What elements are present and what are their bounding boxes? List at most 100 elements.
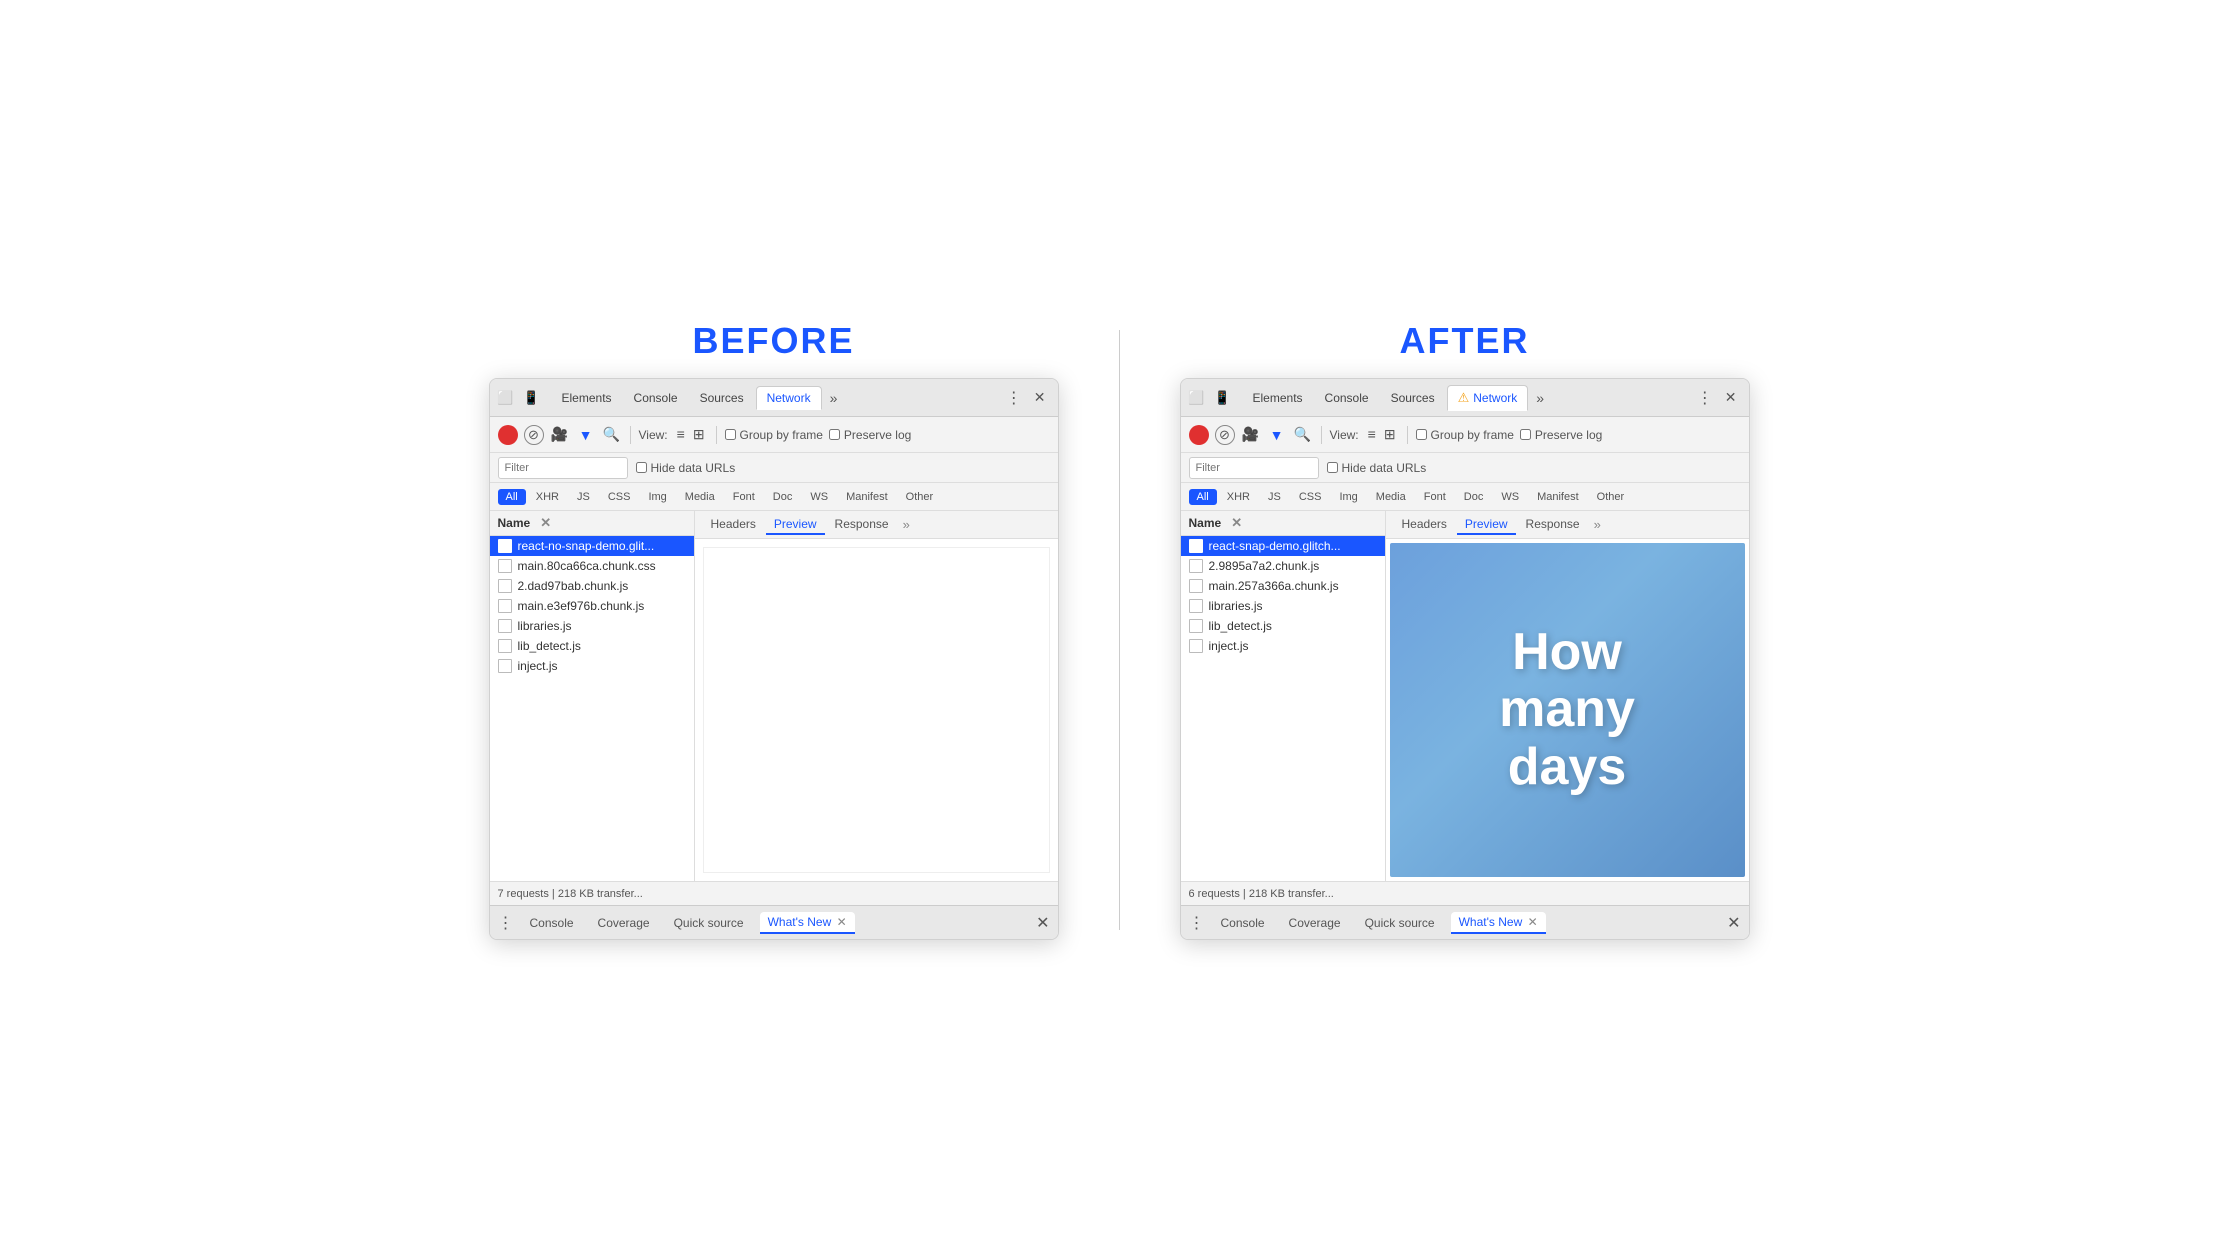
tab-menu-before[interactable]: ⋮: [1002, 386, 1026, 410]
type-doc-after[interactable]: Doc: [1456, 489, 1492, 505]
screenshot-btn-after[interactable]: 🎥: [1241, 425, 1261, 445]
type-font-after[interactable]: Font: [1416, 489, 1454, 505]
file-item-0-after[interactable]: react-snap-demo.glitch...: [1181, 536, 1385, 556]
group-frame-checkbox-after[interactable]: [1416, 429, 1427, 440]
type-other-before[interactable]: Other: [898, 489, 942, 505]
detail-tab-preview-after[interactable]: Preview: [1457, 515, 1516, 535]
detail-tab-headers-before[interactable]: Headers: [703, 515, 764, 535]
drawer-close-tab-before[interactable]: ✕: [837, 915, 847, 929]
search-btn-before[interactable]: 🔍: [602, 425, 622, 445]
drawer-tab-console-after[interactable]: Console: [1213, 913, 1273, 933]
file-item-5-after[interactable]: inject.js: [1181, 636, 1385, 656]
tab-network-after[interactable]: ⚠ Network: [1447, 385, 1529, 411]
view-group-before[interactable]: ⊞: [690, 425, 708, 444]
drawer-tab-coverage-after[interactable]: Coverage: [1281, 913, 1349, 933]
file-item-3-before[interactable]: main.e3ef976b.chunk.js: [490, 596, 694, 616]
type-ws-after[interactable]: WS: [1493, 489, 1527, 505]
type-manifest-after[interactable]: Manifest: [1529, 489, 1587, 505]
detail-tab-more-after[interactable]: »: [1590, 517, 1605, 532]
close-col-before[interactable]: ✕: [540, 515, 551, 531]
hide-data-urls-checkbox-before[interactable]: [636, 462, 647, 473]
type-xhr-before[interactable]: XHR: [528, 489, 567, 505]
preserve-log-after[interactable]: Preserve log: [1520, 428, 1602, 442]
file-item-2-before[interactable]: 2.dad97bab.chunk.js: [490, 576, 694, 596]
inspector-icon[interactable]: ⬜: [496, 388, 516, 408]
type-media-after[interactable]: Media: [1368, 489, 1414, 505]
type-font-before[interactable]: Font: [725, 489, 763, 505]
view-group-after[interactable]: ⊞: [1381, 425, 1399, 444]
tab-menu-after[interactable]: ⋮: [1693, 386, 1717, 410]
device-icon[interactable]: 📱: [522, 388, 542, 408]
type-img-after[interactable]: Img: [1331, 489, 1365, 505]
tab-more-after[interactable]: »: [1530, 388, 1550, 408]
clear-btn-before[interactable]: ⊘: [524, 425, 544, 445]
detail-tab-response-after[interactable]: Response: [1518, 515, 1588, 535]
record-btn-after[interactable]: [1189, 425, 1209, 445]
tab-console-before[interactable]: Console: [624, 387, 688, 409]
type-css-before[interactable]: CSS: [600, 489, 639, 505]
file-item-3-after[interactable]: libraries.js: [1181, 596, 1385, 616]
file-item-0-before[interactable]: react-no-snap-demo.glit...: [490, 536, 694, 556]
type-css-after[interactable]: CSS: [1291, 489, 1330, 505]
detail-tab-headers-after[interactable]: Headers: [1394, 515, 1455, 535]
filter-input-before[interactable]: [498, 457, 628, 479]
drawer-tab-quicksource-after[interactable]: Quick source: [1357, 913, 1443, 933]
group-frame-after[interactable]: Group by frame: [1416, 428, 1514, 442]
type-js-before[interactable]: JS: [569, 489, 598, 505]
tab-sources-before[interactable]: Sources: [690, 387, 754, 409]
group-frame-before[interactable]: Group by frame: [725, 428, 823, 442]
group-frame-checkbox-before[interactable]: [725, 429, 736, 440]
tab-more-before[interactable]: »: [824, 388, 844, 408]
tab-close-after[interactable]: ✕: [1719, 387, 1743, 408]
preserve-log-checkbox-after[interactable]: [1520, 429, 1531, 440]
tab-close-before[interactable]: ✕: [1028, 387, 1052, 408]
type-img-before[interactable]: Img: [640, 489, 674, 505]
drawer-menu-before[interactable]: ⋮: [498, 913, 514, 933]
tab-network-before[interactable]: Network: [756, 386, 822, 410]
file-item-5-before[interactable]: lib_detect.js: [490, 636, 694, 656]
file-item-4-before[interactable]: libraries.js: [490, 616, 694, 636]
filter-btn-after[interactable]: ▼: [1267, 425, 1287, 445]
type-all-before[interactable]: All: [498, 489, 526, 505]
drawer-close-before[interactable]: ✕: [1036, 913, 1049, 933]
detail-tab-response-before[interactable]: Response: [827, 515, 897, 535]
view-list-after[interactable]: ≡: [1365, 425, 1379, 444]
preserve-log-checkbox-before[interactable]: [829, 429, 840, 440]
detail-tab-more-before[interactable]: »: [899, 517, 914, 532]
drawer-tab-coverage-before[interactable]: Coverage: [590, 913, 658, 933]
file-item-4-after[interactable]: lib_detect.js: [1181, 616, 1385, 636]
file-item-6-before[interactable]: inject.js: [490, 656, 694, 676]
search-btn-after[interactable]: 🔍: [1293, 425, 1313, 445]
tab-elements-after[interactable]: Elements: [1243, 387, 1313, 409]
close-col-after[interactable]: ✕: [1231, 515, 1242, 531]
type-xhr-after[interactable]: XHR: [1219, 489, 1258, 505]
tab-sources-after[interactable]: Sources: [1381, 387, 1445, 409]
file-item-1-before[interactable]: main.80ca66ca.chunk.css: [490, 556, 694, 576]
drawer-tab-whatsnew-before[interactable]: What's New ✕: [760, 912, 855, 934]
hide-data-urls-after[interactable]: Hide data URLs: [1327, 461, 1427, 475]
detail-tab-preview-before[interactable]: Preview: [766, 515, 825, 535]
drawer-close-tab-after[interactable]: ✕: [1528, 915, 1538, 929]
type-other-after[interactable]: Other: [1589, 489, 1633, 505]
drawer-tab-console-before[interactable]: Console: [522, 913, 582, 933]
filter-btn-before[interactable]: ▼: [576, 425, 596, 445]
hide-data-urls-before[interactable]: Hide data URLs: [636, 461, 736, 475]
drawer-menu-after[interactable]: ⋮: [1189, 913, 1205, 933]
inspector-icon-after[interactable]: ⬜: [1187, 388, 1207, 408]
type-doc-before[interactable]: Doc: [765, 489, 801, 505]
type-js-after[interactable]: JS: [1260, 489, 1289, 505]
device-icon-after[interactable]: 📱: [1213, 388, 1233, 408]
view-list-before[interactable]: ≡: [674, 425, 688, 444]
preserve-log-before[interactable]: Preserve log: [829, 428, 911, 442]
drawer-tab-whatsnew-after[interactable]: What's New ✕: [1451, 912, 1546, 934]
type-all-after[interactable]: All: [1189, 489, 1217, 505]
drawer-tab-quicksource-before[interactable]: Quick source: [666, 913, 752, 933]
screenshot-btn-before[interactable]: 🎥: [550, 425, 570, 445]
drawer-close-after[interactable]: ✕: [1727, 913, 1740, 933]
record-btn-before[interactable]: [498, 425, 518, 445]
clear-btn-after[interactable]: ⊘: [1215, 425, 1235, 445]
type-media-before[interactable]: Media: [677, 489, 723, 505]
file-item-1-after[interactable]: 2.9895a7a2.chunk.js: [1181, 556, 1385, 576]
type-manifest-before[interactable]: Manifest: [838, 489, 896, 505]
tab-elements-before[interactable]: Elements: [552, 387, 622, 409]
